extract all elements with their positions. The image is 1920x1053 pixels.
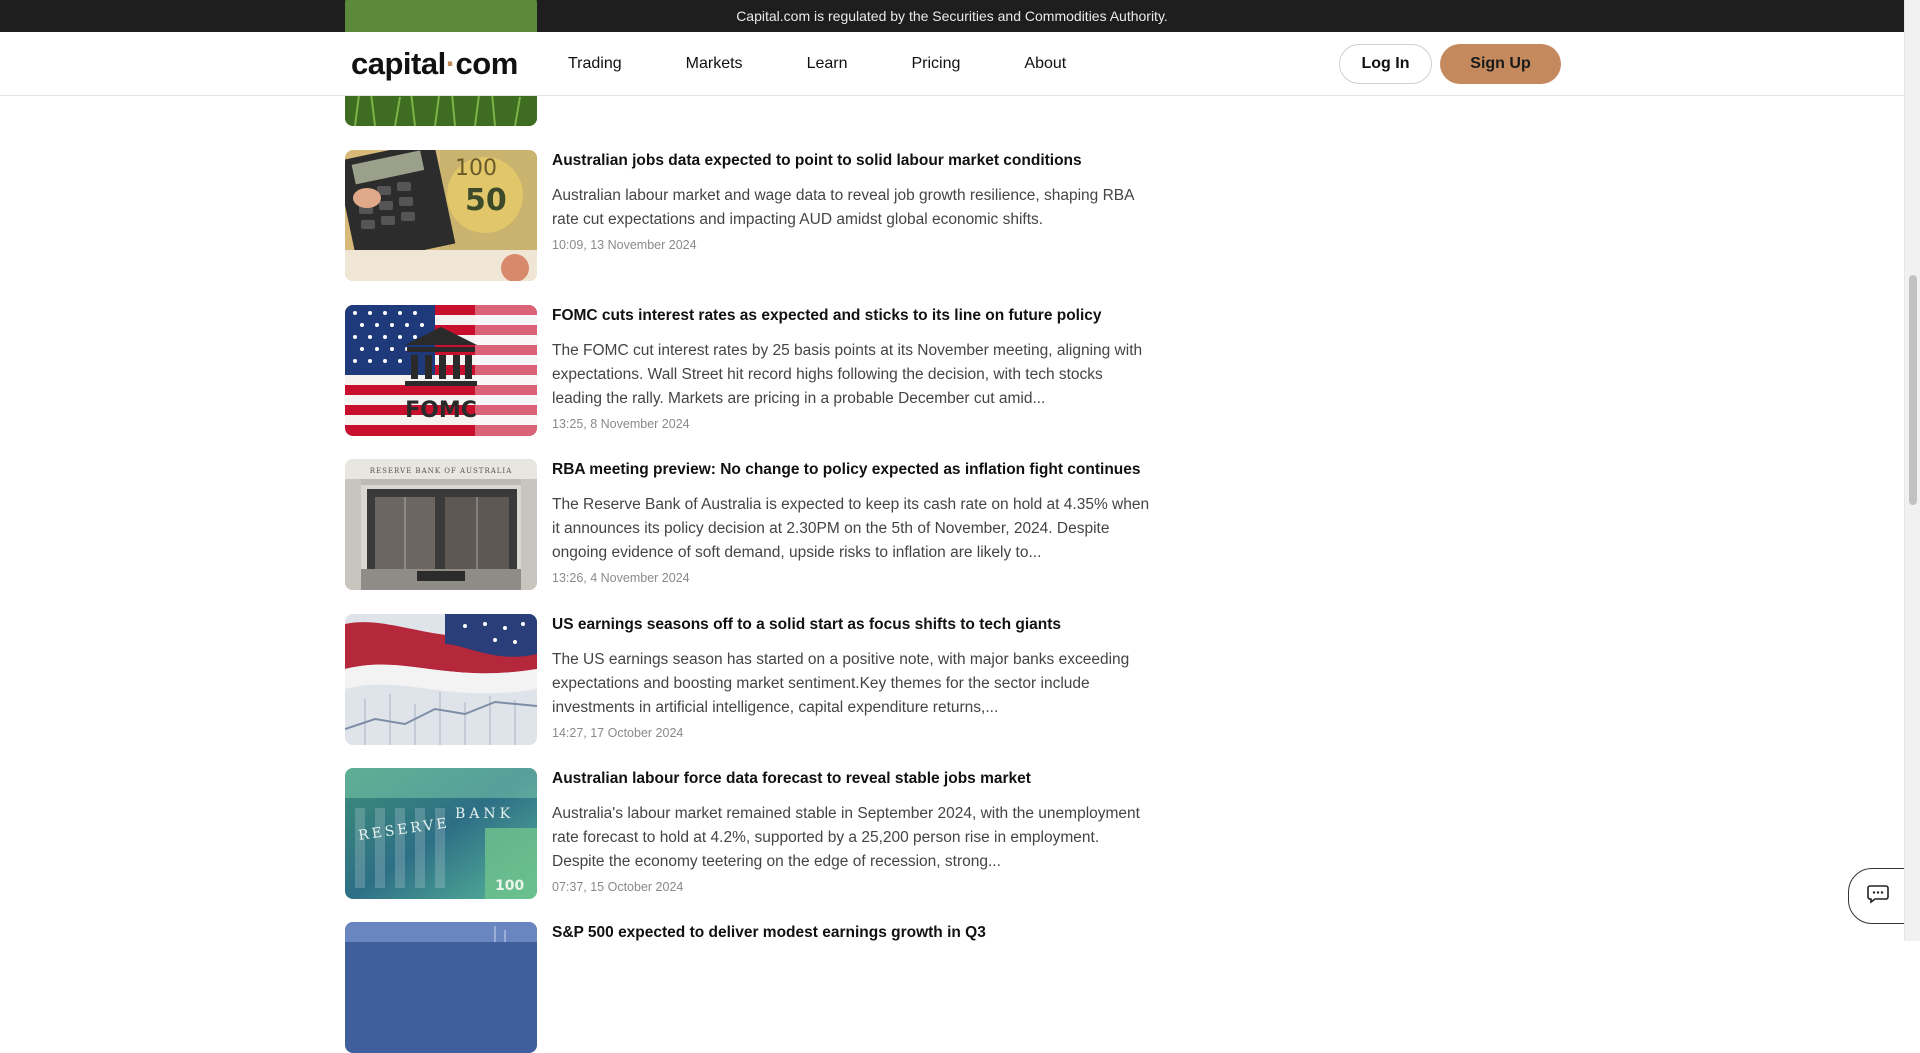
nav-item-markets[interactable]: Markets — [686, 55, 743, 73]
signup-button[interactable]: Sign Up — [1440, 44, 1561, 84]
article-title[interactable]: RBA meeting preview: No change to policy… — [552, 461, 1152, 479]
article-item[interactable]: FOMC FOMC cuts interest rates as expecte… — [345, 305, 1145, 436]
article-description: Australian labour market and wage data t… — [552, 187, 1134, 228]
article-date: 13:25, 8 November 2024 — [552, 417, 690, 431]
regulatory-notice: Capital.com is regulated by the Securiti… — [736, 8, 1168, 24]
article-description: The FOMC cut interest rates by 25 basis … — [552, 342, 1143, 407]
scrollbar[interactable] — [1904, 0, 1920, 941]
article-title[interactable]: S&P 500 expected to deliver modest earni… — [552, 924, 1152, 942]
article-title[interactable]: Australian labour force data forecast to… — [552, 770, 1152, 788]
article-thumbnail[interactable]: RESERVE BANK OF AUSTRALIA — [345, 459, 537, 590]
nav-item-learn[interactable]: Learn — [807, 55, 848, 73]
chat-button[interactable] — [1848, 868, 1908, 924]
article-date: 14:27, 17 October 2024 — [552, 726, 684, 740]
login-button[interactable]: Log In — [1339, 44, 1432, 84]
svg-text:50: 50 — [465, 183, 507, 218]
article-date: 07:37, 15 October 2024 — [552, 880, 684, 894]
article-date: 13:26, 4 November 2024 — [552, 571, 690, 585]
article-title[interactable]: FOMC cuts interest rates as expected and… — [552, 307, 1152, 325]
article-item[interactable]: 50 100 Australian jobs data expected to … — [345, 150, 1145, 281]
article-thumbnail[interactable] — [345, 922, 537, 1053]
nav-item-about[interactable]: About — [1024, 55, 1066, 73]
article-date: 10:09, 13 November 2024 — [552, 238, 697, 252]
scrollbar-thumb[interactable] — [1909, 275, 1917, 505]
article-thumbnail[interactable]: 50 100 — [345, 150, 537, 281]
nav-item-trading[interactable]: Trading — [568, 55, 622, 73]
svg-text:100: 100 — [495, 878, 524, 894]
svg-text:BANK: BANK — [455, 806, 514, 822]
regulatory-bar: Capital.com is regulated by the Securiti… — [0, 0, 1904, 32]
article-description: The US earnings season has started on a … — [552, 651, 1130, 716]
article-thumbnail[interactable]: FOMC — [345, 305, 537, 436]
svg-text:FOMC: FOMC — [405, 398, 477, 423]
article-description: Australia's labour market remained stabl… — [552, 805, 1140, 870]
chat-bubble-icon — [1867, 884, 1889, 909]
site-header: capital·com Trading Markets Learn Pricin… — [0, 32, 1904, 96]
article-title[interactable]: US earnings seasons off to a solid start… — [552, 616, 1152, 634]
logo[interactable]: capital·com — [351, 46, 518, 82]
svg-text:100: 100 — [455, 156, 497, 181]
article-item[interactable]: RESERVE BANK 100 Australian labour force… — [345, 768, 1145, 899]
article-item[interactable]: RESERVE BANK OF AUSTRALIA RBA meeting pr… — [345, 459, 1149, 590]
svg-text:RESERVE BANK OF AUSTRALIA: RESERVE BANK OF AUSTRALIA — [370, 467, 513, 475]
article-thumbnail[interactable] — [345, 614, 537, 745]
article-title[interactable]: Australian jobs data expected to point t… — [552, 152, 1152, 170]
article-thumbnail[interactable]: RESERVE BANK 100 — [345, 768, 537, 899]
main-nav: Trading Markets Learn Pricing About — [568, 32, 1130, 96]
article-item[interactable]: US earnings seasons off to a solid start… — [345, 614, 1145, 745]
article-item[interactable]: S&P 500 expected to deliver modest earni… — [345, 922, 1145, 1053]
nav-item-pricing[interactable]: Pricing — [911, 55, 960, 73]
article-description: The Reserve Bank of Australia is expecte… — [552, 496, 1150, 561]
